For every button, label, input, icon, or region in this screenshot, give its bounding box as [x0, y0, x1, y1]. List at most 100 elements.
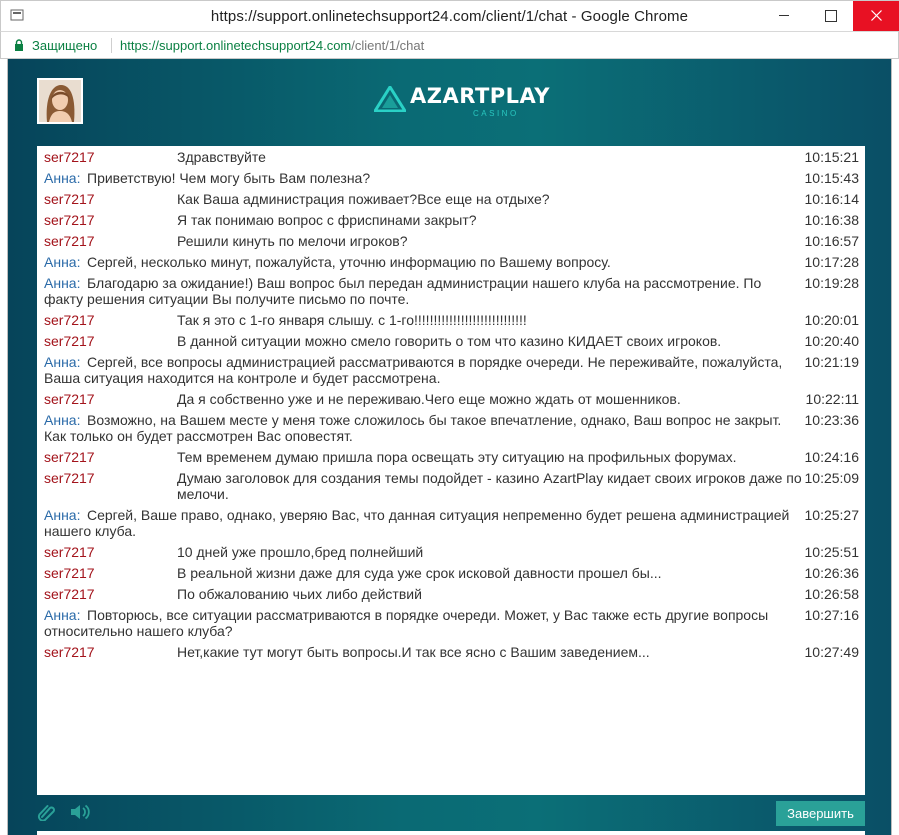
user-message-row: ser7217 Здравствуйте 10:15:21 — [37, 149, 865, 166]
message-text: В реальной жизни даже для суда уже срок … — [177, 565, 662, 581]
brand-logo: AZARTPLAY CASINO — [374, 82, 550, 118]
message-timestamp: 10:16:38 — [804, 212, 860, 228]
user-message-row: ser7217 Так я это с 1-го января слышу. с … — [37, 312, 865, 329]
message-sender: Анна: — [44, 170, 81, 186]
secure-label: Защищено — [32, 38, 98, 53]
message-timestamp: 10:16:14 — [804, 191, 860, 207]
message-text: Сергей, Ваше право, однако, уверяю Вас, … — [44, 507, 790, 539]
message-text: Сергей, все вопросы администрацией рассм… — [44, 354, 783, 386]
agent-message-row: Анна: Приветствую! Чем могу быть Вам поле… — [37, 170, 865, 187]
message-sender: ser7217 — [44, 312, 95, 328]
close-icon — [871, 10, 882, 21]
message-timestamp: 10:15:21 — [804, 149, 860, 165]
message-text: По обжалованию чьих либо действий — [177, 586, 422, 602]
agent-message-row: Анна: Возможно, на Вашем месте у меня тож… — [37, 412, 865, 444]
message-text: Так я это с 1-го января слышу. с 1-го!!!… — [177, 312, 527, 328]
message-timestamp: 10:17:28 — [804, 254, 860, 270]
message-timestamp: 10:27:16 — [804, 607, 860, 623]
message-timestamp: 10:23:36 — [804, 412, 860, 428]
message-timestamp: 10:21:19 — [804, 354, 860, 370]
agent-message-row: Анна: Повторюсь, все ситуации рассматрива… — [37, 607, 865, 639]
user-message-row: ser7217 Думаю заголовок для создания темы… — [37, 470, 865, 502]
message-sender: Анна: — [44, 412, 81, 428]
message-timestamp: 10:24:16 — [804, 449, 860, 465]
message-sender: ser7217 — [44, 212, 95, 228]
operator-avatar — [37, 78, 83, 124]
close-button[interactable] — [853, 1, 899, 31]
minimize-button[interactable] — [761, 1, 807, 31]
maximize-button[interactable] — [807, 1, 853, 31]
logo-subtext: CASINO — [473, 109, 519, 118]
message-sender: Анна: — [44, 354, 81, 370]
address-separator — [111, 38, 112, 53]
message-sender: ser7217 — [44, 544, 95, 560]
url-host: https://support.onlinetechsupport24.com — [120, 38, 352, 53]
user-message-row: ser7217 Как Ваша администрация поживает?В… — [37, 191, 865, 208]
speaker-icon[interactable] — [70, 803, 92, 821]
message-sender: ser7217 — [44, 333, 95, 349]
message-sender: ser7217 — [44, 191, 95, 207]
message-sender: ser7217 — [44, 391, 95, 407]
message-sender: ser7217 — [44, 565, 95, 581]
user-message-row: ser7217 Я так понимаю вопрос с фриспинами… — [37, 212, 865, 229]
message-text: Я так понимаю вопрос с фриспинами закрыт… — [177, 212, 477, 228]
message-sender: Анна: — [44, 607, 81, 623]
message-timestamp: 10:20:40 — [804, 333, 860, 349]
chat-transcript[interactable]: ser7217 Здравствуйте 10:15:21 Анна: Приветст… — [37, 146, 865, 795]
message-sender: Анна: — [44, 254, 81, 270]
avatar-portrait-icon — [39, 80, 81, 122]
message-text: Нет,какие тут могут быть вопросы.И так в… — [177, 644, 650, 660]
paperclip-icon[interactable] — [37, 803, 57, 821]
message-sender: Анна: — [44, 275, 81, 291]
message-text: Сергей, несколько минут, пожалуйста, уто… — [87, 254, 611, 270]
message-text: Благодарю за ожидание!) Ваш вопрос был п… — [44, 275, 762, 307]
message-timestamp: 10:27:49 — [804, 644, 860, 660]
chat-page: AZARTPLAY CASINO ser7217 Здравствуйте 10:1… — [7, 59, 892, 835]
message-timestamp: 10:26:58 — [804, 586, 860, 602]
message-text: 10 дней уже прошло,бред полнейший — [177, 544, 424, 560]
user-message-row: ser7217 Решили кинуть по мелочи игроков? 1… — [37, 233, 865, 250]
url-text[interactable]: https://support.onlinetechsupport24.com/… — [120, 38, 424, 53]
message-text: В данной ситуации можно смело говорить о… — [177, 333, 722, 349]
user-message-row: ser7217 Тем временем думаю пришла пора ос… — [37, 449, 865, 466]
message-text: Приветствую! Чем могу быть Вам полезна? — [87, 170, 371, 186]
message-text: Повторюсь, все ситуации рассматриваются … — [44, 607, 769, 639]
message-sender: ser7217 — [44, 149, 95, 165]
message-timestamp: 10:25:09 — [804, 470, 860, 486]
message-timestamp: 10:22:11 — [805, 391, 859, 407]
agent-message-row: Анна: Сергей, несколько минут, пожалуйста… — [37, 254, 865, 271]
message-timestamp: 10:26:36 — [804, 565, 860, 581]
user-message-row: ser7217 По обжалованию чьих либо действий… — [37, 586, 865, 603]
url-path: /client/1/chat — [351, 38, 425, 53]
message-sender: Анна: — [44, 507, 81, 523]
message-sender: ser7217 — [44, 233, 95, 249]
agent-message-row: Анна: Сергей, все вопросы администрацией … — [37, 354, 865, 386]
message-text: Как Ваша администрация поживает?Все еще … — [177, 191, 550, 207]
user-message-row: ser7217 В данной ситуации можно смело гов… — [37, 333, 865, 350]
message-sender: ser7217 — [44, 470, 95, 486]
address-bar[interactable]: Защищено https://support.onlinetechsuppo… — [0, 31, 899, 59]
message-text: Решили кинуть по мелочи игроков? — [177, 233, 408, 249]
message-text: Возможно, на Вашем месте у меня тоже сло… — [44, 412, 782, 444]
message-text: Да я собственно уже и не переживаю.Чего … — [177, 391, 681, 407]
message-input-strip[interactable] — [37, 831, 865, 835]
lock-icon — [15, 39, 23, 51]
user-message-row: ser7217 Нет,какие тут могут быть вопросы.… — [37, 644, 865, 661]
message-text: Думаю заголовок для создания темы подойд… — [177, 470, 802, 502]
message-sender: ser7217 — [44, 586, 95, 602]
window-titlebar: https://support.onlinetechsupport24.com/… — [0, 0, 899, 31]
finish-chat-button[interactable]: Завершить — [776, 801, 865, 826]
message-timestamp: 10:16:57 — [804, 233, 860, 249]
agent-message-row: Анна: Благодарю за ожидание!) Ваш вопрос … — [37, 275, 865, 307]
message-timestamp: 10:20:01 — [804, 312, 860, 328]
message-text: Здравствуйте — [177, 149, 266, 165]
message-sender: ser7217 — [44, 644, 95, 660]
message-sender: ser7217 — [44, 449, 95, 465]
message-timestamp: 10:19:28 — [804, 275, 860, 291]
message-text: Тем временем думаю пришла пора освещать … — [177, 449, 737, 465]
triangle-logo-icon — [374, 86, 406, 112]
user-message-row: ser7217 Да я собственно уже и не пережива… — [37, 391, 865, 408]
agent-message-row: Анна: Сергей, Ваше право, однако, уверяю … — [37, 507, 865, 539]
message-timestamp: 10:15:43 — [804, 170, 860, 186]
message-timestamp: 10:25:51 — [804, 544, 860, 560]
